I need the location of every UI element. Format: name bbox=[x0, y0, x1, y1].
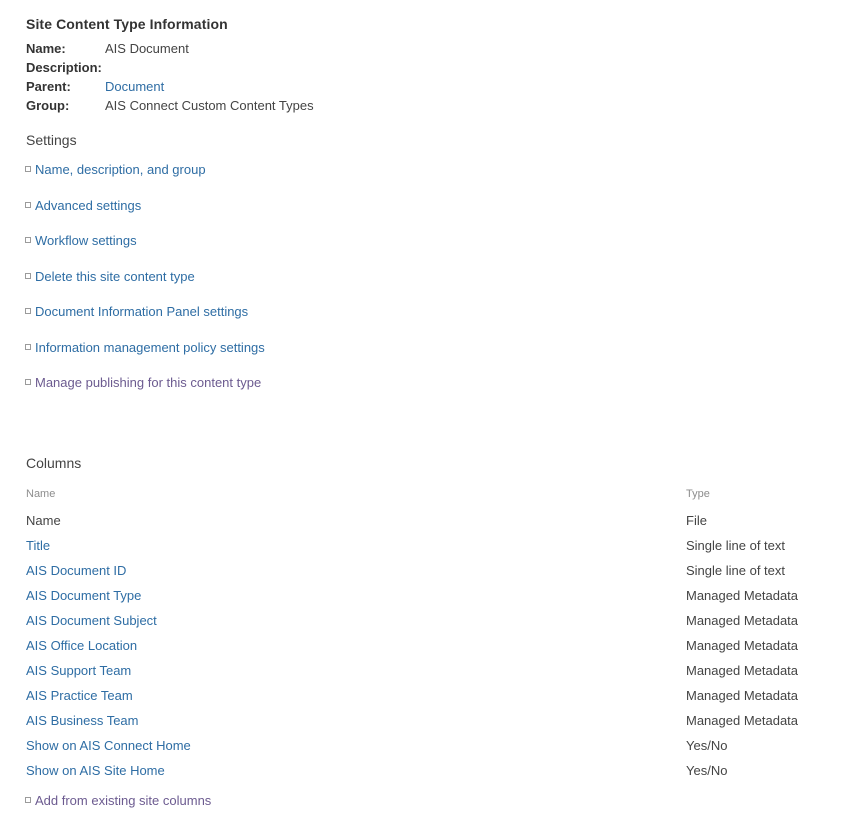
column-type-cell: Single line of text bbox=[686, 538, 786, 553]
column-type-cell: Managed Metadata bbox=[686, 713, 799, 728]
site-content-type-page: Site Content Type Information Name: AIS … bbox=[0, 0, 850, 819]
column-name-cell: AIS Document ID bbox=[26, 558, 686, 583]
add-from-existing-site-columns-item[interactable]: Add from existing site columns bbox=[25, 793, 211, 809]
square-bullet-icon bbox=[25, 797, 31, 803]
column-type-cell: File bbox=[686, 513, 707, 528]
square-bullet-icon bbox=[25, 308, 31, 314]
square-bullet-icon bbox=[25, 343, 31, 350]
info-row-group: Group: AIS Connect Custom Content Types bbox=[26, 96, 314, 115]
settings-link-document-information-panel[interactable]: Document Information Panel settings bbox=[35, 304, 248, 319]
settings-link-list: Name, description, and group Advanced se… bbox=[25, 162, 726, 391]
info-row-parent: Parent: Document bbox=[26, 77, 314, 96]
settings-item-workflow-settings[interactable]: Workflow settings bbox=[25, 233, 726, 249]
column-link-ais-document-id[interactable]: AIS Document ID bbox=[26, 563, 126, 578]
table-row: AIS Support Team Managed Metadata bbox=[26, 658, 824, 683]
column-type-cell: Managed Metadata bbox=[686, 613, 799, 628]
column-name-cell: AIS Office Location bbox=[26, 633, 686, 658]
table-row: AIS Business Team Managed Metadata bbox=[26, 708, 824, 733]
info-label-parent: Parent: bbox=[26, 79, 71, 94]
columns-table: Name Type Name File Title Single line of… bbox=[26, 487, 824, 783]
column-link-ais-support-team[interactable]: AIS Support Team bbox=[26, 663, 131, 678]
table-row: AIS Document Type Managed Metadata bbox=[26, 583, 824, 608]
table-row: Show on AIS Site Home Yes/No bbox=[26, 758, 824, 783]
columns-table-header-row: Name Type bbox=[26, 487, 824, 508]
info-value-parent: Document bbox=[105, 77, 314, 96]
settings-link-advanced-settings[interactable]: Advanced settings bbox=[35, 198, 141, 213]
site-content-type-information: Site Content Type Information Name: AIS … bbox=[26, 16, 726, 115]
settings-link-workflow-settings[interactable]: Workflow settings bbox=[35, 233, 137, 248]
add-from-existing-site-columns-link[interactable]: Add from existing site columns bbox=[35, 793, 211, 808]
column-link-ais-document-type[interactable]: AIS Document Type bbox=[26, 588, 141, 603]
square-bullet-icon bbox=[25, 272, 31, 279]
settings-link-information-management-policy[interactable]: Information management policy settings bbox=[35, 340, 265, 355]
settings-link-delete-content-type[interactable]: Delete this site content type bbox=[35, 269, 195, 284]
parent-content-type-link[interactable]: Document bbox=[105, 79, 164, 94]
column-name-cell: Show on AIS Site Home bbox=[26, 758, 686, 783]
table-row: AIS Practice Team Managed Metadata bbox=[26, 683, 824, 708]
column-type-cell: Managed Metadata bbox=[686, 688, 799, 703]
column-link-ais-business-team[interactable]: AIS Business Team bbox=[26, 713, 138, 728]
column-name-cell: Show on AIS Connect Home bbox=[26, 733, 686, 758]
column-name-cell: Name bbox=[26, 513, 61, 528]
column-name-cell: AIS Practice Team bbox=[26, 683, 686, 708]
table-row: AIS Document Subject Managed Metadata bbox=[26, 608, 824, 633]
column-type-cell: Managed Metadata bbox=[686, 588, 799, 603]
column-name-cell: AIS Document Type bbox=[26, 583, 686, 608]
table-row: AIS Document ID Single line of text bbox=[26, 558, 824, 583]
settings-heading: Settings bbox=[26, 132, 77, 148]
info-label-name: Name: bbox=[26, 41, 66, 56]
column-type-cell: Managed Metadata bbox=[686, 638, 799, 653]
settings-item-delete-content-type[interactable]: Delete this site content type bbox=[25, 269, 726, 285]
columns-section: Columns Name Type Name File Title Single… bbox=[26, 455, 826, 783]
column-name-cell: AIS Support Team bbox=[26, 658, 686, 683]
column-name-cell: AIS Document Subject bbox=[26, 608, 686, 633]
columns-heading: Columns bbox=[26, 455, 82, 471]
settings-item-document-information-panel[interactable]: Document Information Panel settings bbox=[25, 304, 726, 320]
column-type-cell: Single line of text bbox=[686, 563, 786, 578]
info-value-description bbox=[105, 58, 314, 77]
settings-item-information-management-policy[interactable]: Information management policy settings bbox=[25, 340, 726, 356]
column-header-name: Name bbox=[26, 488, 56, 500]
info-value-name: AIS Document bbox=[105, 41, 189, 56]
info-row-description: Description: bbox=[26, 58, 314, 77]
settings-item-name-description-group[interactable]: Name, description, and group bbox=[25, 162, 726, 178]
page-title: Site Content Type Information bbox=[26, 16, 228, 32]
info-value-group: AIS Connect Custom Content Types bbox=[105, 98, 314, 113]
column-header-type: Type bbox=[686, 488, 710, 500]
settings-link-manage-publishing[interactable]: Manage publishing for this content type bbox=[35, 375, 261, 390]
info-label-description: Description: bbox=[26, 60, 102, 75]
square-bullet-icon bbox=[25, 237, 31, 243]
column-type-cell: Yes/No bbox=[686, 738, 728, 753]
square-bullet-icon bbox=[25, 201, 31, 208]
table-row: Title Single line of text bbox=[26, 533, 824, 558]
info-row-name: Name: AIS Document bbox=[26, 39, 314, 58]
table-row: Name File bbox=[26, 508, 824, 533]
table-row: AIS Office Location Managed Metadata bbox=[26, 633, 824, 658]
column-link-show-on-ais-connect-home[interactable]: Show on AIS Connect Home bbox=[26, 738, 191, 753]
settings-item-advanced-settings[interactable]: Advanced settings bbox=[25, 198, 726, 214]
column-link-ais-office-location[interactable]: AIS Office Location bbox=[26, 638, 137, 653]
column-name-cell: Title bbox=[26, 533, 686, 558]
column-name-cell: AIS Business Team bbox=[26, 708, 686, 733]
column-link-show-on-ais-site-home[interactable]: Show on AIS Site Home bbox=[26, 763, 165, 778]
table-row: Show on AIS Connect Home Yes/No bbox=[26, 733, 824, 758]
column-link-ais-practice-team[interactable]: AIS Practice Team bbox=[26, 688, 133, 703]
settings-item-manage-publishing[interactable]: Manage publishing for this content type bbox=[25, 375, 726, 391]
info-label-group: Group: bbox=[26, 98, 70, 113]
add-columns-section: Add from existing site columns bbox=[25, 793, 211, 809]
settings-link-name-description-group[interactable]: Name, description, and group bbox=[35, 162, 206, 177]
column-type-cell: Yes/No bbox=[686, 763, 728, 778]
column-type-cell: Managed Metadata bbox=[686, 663, 799, 678]
settings-section: Settings Name, description, and group Ad… bbox=[25, 132, 726, 411]
column-link-title[interactable]: Title bbox=[26, 538, 50, 553]
square-bullet-icon bbox=[25, 166, 31, 172]
content-type-info-table: Name: AIS Document Description: Parent: … bbox=[26, 39, 314, 115]
square-bullet-icon bbox=[25, 379, 31, 385]
column-link-ais-document-subject[interactable]: AIS Document Subject bbox=[26, 613, 157, 628]
